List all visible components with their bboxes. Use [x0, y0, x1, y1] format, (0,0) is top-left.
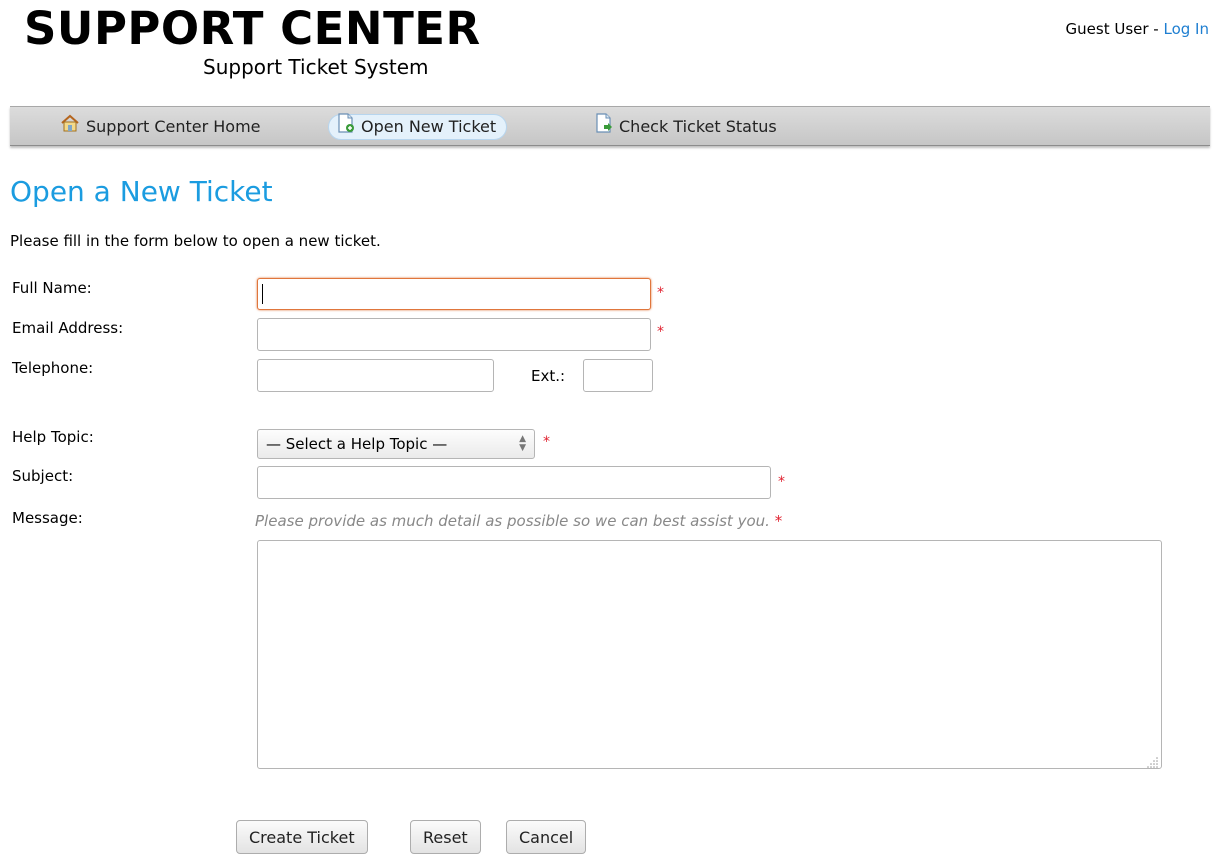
- login-link[interactable]: Log In: [1164, 20, 1210, 38]
- required-marker: *: [543, 434, 550, 450]
- help-topic-label: Help Topic:: [12, 428, 94, 446]
- telephone-field[interactable]: [257, 359, 494, 392]
- email-label: Email Address:: [12, 319, 124, 337]
- site-subtitle: Support Ticket System: [203, 55, 429, 79]
- home-icon: [60, 114, 80, 140]
- nav-label: Open New Ticket: [361, 117, 497, 136]
- message-label: Message:: [12, 509, 83, 527]
- full-name-field[interactable]: [257, 278, 651, 310]
- subject-label: Subject:: [12, 467, 74, 485]
- subject-field[interactable]: [257, 466, 771, 499]
- new-ticket-icon: [337, 113, 355, 141]
- resize-grip-icon[interactable]: [1147, 754, 1159, 768]
- nav-label: Check Ticket Status: [619, 117, 777, 136]
- extension-field[interactable]: [583, 359, 653, 392]
- ticket-status-icon: [595, 113, 613, 141]
- nav-check-ticket-status[interactable]: Check Ticket Status: [587, 113, 787, 141]
- nav-open-new-ticket[interactable]: Open New Ticket: [328, 113, 508, 141]
- text-cursor: [262, 284, 263, 304]
- message-textarea[interactable]: [257, 540, 1162, 769]
- select-arrows-icon: ▲ ▼: [519, 434, 526, 453]
- full-name-label: Full Name:: [12, 279, 92, 297]
- nav-support-center-home[interactable]: Support Center Home: [52, 114, 271, 140]
- form-intro-text: Please fill in the form below to open a …: [10, 232, 381, 250]
- telephone-label: Telephone:: [12, 359, 94, 377]
- main-nav: Support Center Home Open New Ticket Chec…: [10, 106, 1210, 146]
- required-marker: *: [778, 474, 785, 490]
- site-title: SUPPORT CENTER: [24, 2, 481, 55]
- create-ticket-button[interactable]: Create Ticket: [236, 820, 368, 854]
- page-title: Open a New Ticket: [10, 175, 273, 208]
- cancel-button[interactable]: Cancel: [506, 820, 587, 854]
- required-marker: *: [657, 324, 664, 340]
- required-marker: *: [657, 285, 664, 301]
- required-marker: *: [774, 512, 783, 530]
- help-topic-selected: — Select a Help Topic —: [266, 435, 448, 453]
- user-status: Guest User - Log In: [1066, 20, 1209, 38]
- guest-user-label: Guest User -: [1065, 20, 1164, 38]
- message-hint-text: Please provide as much detail as possibl…: [255, 512, 775, 530]
- reset-button[interactable]: Reset: [410, 820, 481, 854]
- nav-label: Support Center Home: [86, 117, 261, 136]
- help-topic-select[interactable]: — Select a Help Topic — ▲ ▼: [257, 429, 535, 459]
- email-field[interactable]: [257, 318, 651, 351]
- ext-label: Ext.:: [531, 367, 566, 385]
- message-hint: Please provide as much detail as possibl…: [255, 512, 782, 530]
